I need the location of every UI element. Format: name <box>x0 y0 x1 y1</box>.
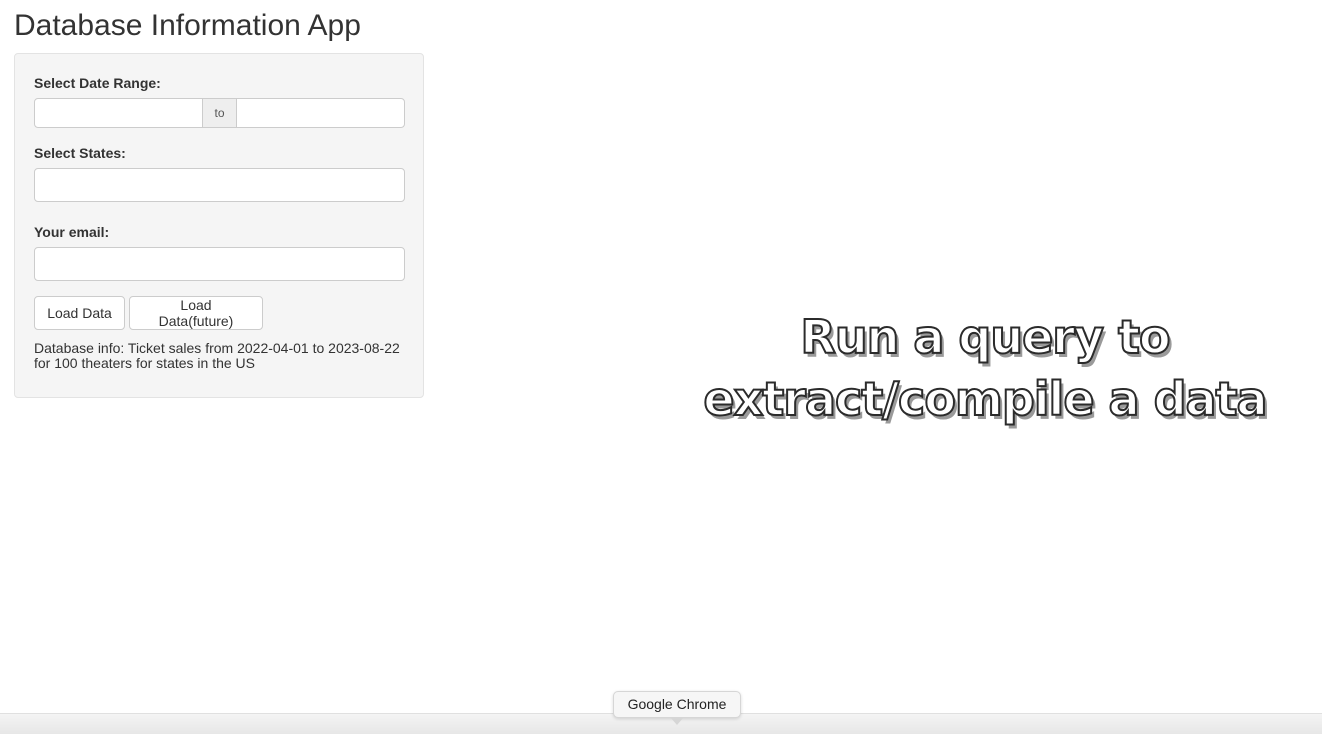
date-range-start-input[interactable] <box>34 98 203 128</box>
email-label: Your email: <box>34 224 110 240</box>
app-title: Database Information App <box>14 9 361 42</box>
dock-tooltip-arrow <box>670 717 684 725</box>
date-range-end-input[interactable] <box>236 98 405 128</box>
states-label: Select States: <box>34 145 126 161</box>
date-range-separator: to <box>203 98 236 128</box>
states-select-input[interactable] <box>34 168 405 202</box>
overlay-caption: Run a query to extract/compile a data <box>660 306 1310 430</box>
date-range-label: Select Date Range: <box>34 75 161 91</box>
email-input[interactable] <box>34 247 405 281</box>
sidebar-panel: Select Date Range: to Select States: You… <box>14 53 424 398</box>
database-info-text: Database info: Ticket sales from 2022-04… <box>34 340 400 371</box>
load-data-future-button[interactable]: Load Data(future) <box>129 296 263 330</box>
load-data-button[interactable]: Load Data <box>34 296 125 330</box>
dock-tooltip: Google Chrome <box>613 691 741 718</box>
overlay-caption-line-1: Run a query to <box>799 309 1171 365</box>
overlay-caption-line-2: extract/compile a data <box>702 371 1268 427</box>
date-range-input-group: to <box>34 98 405 128</box>
